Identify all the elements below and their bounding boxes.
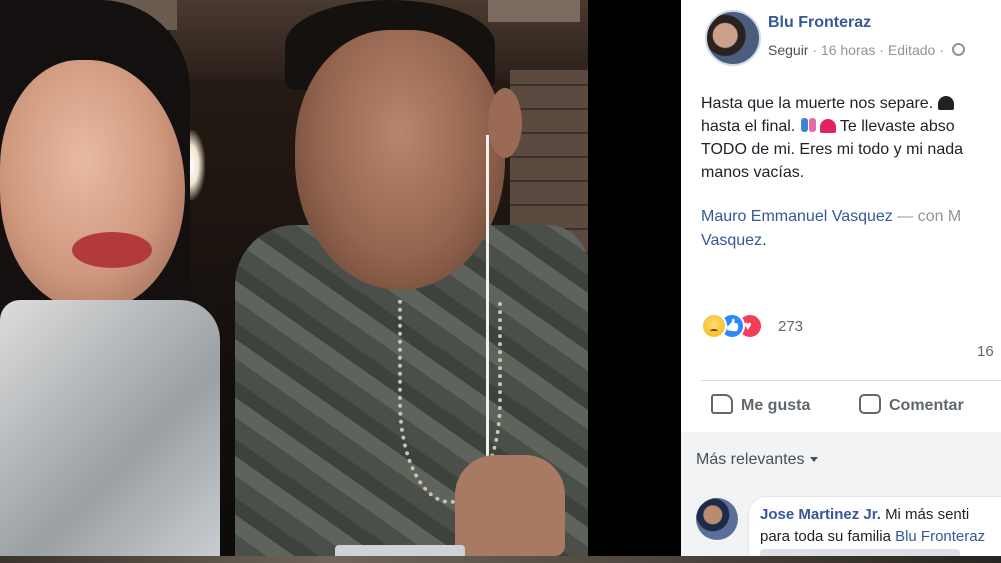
comments-section: Más relevantes Jose Martinez Jr. Mi más … [681,432,1001,556]
meta-separator: · [879,42,884,58]
chevron-down-icon [809,457,818,462]
sort-label: Más relevantes [696,451,805,468]
comment-text-line2: para toda su familia Blu Fronteraz [760,528,985,545]
post-text-line: manos vacías. [701,164,805,181]
comment-bubble: Jose Martinez Jr. Mi más senti para toda… [748,496,1001,556]
post-time[interactable]: 16 horas [821,42,875,58]
post-panel: Blu Fronteraz Seguir · 16 horas · Editad… [681,0,1001,556]
post-photo[interactable] [0,0,588,556]
photo-thumb [455,455,565,556]
post-text-line: TODO de mi. Eres mi todo y mi nada [701,141,964,158]
tagged-person-link[interactable]: Vasquez [701,232,762,249]
photo-vent [488,0,580,22]
comment-text-cutoff [760,549,960,556]
comment-count[interactable]: 16 [977,343,994,360]
photo-phone [335,545,465,556]
mentioned-user-link[interactable]: Blu Fronteraz [895,528,985,545]
reaction-count[interactable]: 273 [778,318,803,335]
comment-text-line1: Jose Martinez Jr. Mi más senti [760,506,969,523]
tagged-people: Mauro Emmanuel Vasquez — con M Vasquez. [701,205,1001,253]
tag-period: . [762,232,767,249]
comment-text: Mi más senti [885,506,970,523]
globe-icon[interactable] [951,43,965,56]
tagged-person-link[interactable]: Mauro Emmanuel Vasquez [701,208,893,225]
photo-woman-lips [72,232,152,268]
comment-sort-dropdown[interactable]: Más relevantes [696,451,818,469]
photo-side-gap [588,0,681,556]
commenter-name[interactable]: Jose Martinez Jr. [760,506,881,523]
comment-text: para toda su familia [760,528,896,545]
post-meta: Seguir · 16 horas · Editado · [768,42,965,58]
tag-with-label: — con M [892,208,962,225]
author-name[interactable]: Blu Fronteraz [768,14,871,32]
bottom-image-strip [0,556,1001,563]
couple-icon [800,116,818,134]
like-button-label: Me gusta [741,397,811,414]
sad-reaction-icon [701,313,727,339]
post-text-line: Hasta que la muerte nos separe. [701,92,1001,115]
meta-separator: · [939,42,944,58]
comment-bubble-icon [859,394,881,414]
post-text-segment: Te llevaste abso [839,118,955,135]
thumbs-up-icon [711,394,733,414]
follow-link[interactable]: Seguir [768,42,808,58]
author-avatar[interactable] [705,10,761,66]
tag-line: Vasquez. [701,229,1001,253]
divider [701,380,1001,381]
post-text-segment: Hasta que la muerte nos separe. [701,95,934,112]
post-text-segment: hasta el final. [701,118,796,135]
post-text-line: hasta el final. Te llevaste abso [701,115,1001,138]
commenter-avatar[interactable] [696,498,738,540]
tag-line: Mauro Emmanuel Vasquez — con M [701,205,1001,229]
meta-separator: · [812,42,818,58]
photo-woman-scarf [0,300,220,556]
comment-button-label: Comentar [889,397,964,414]
photo-man-ear [488,88,522,158]
red-heart-icon [819,119,836,133]
comment-button[interactable]: Comentar [859,394,964,415]
photo-man-face [295,30,505,290]
post-text: Hasta que la muerte nos separe. hasta el… [701,92,1001,184]
edited-label[interactable]: Editado [888,42,935,58]
like-button[interactable]: Me gusta [711,394,810,415]
black-heart-icon [937,96,954,110]
